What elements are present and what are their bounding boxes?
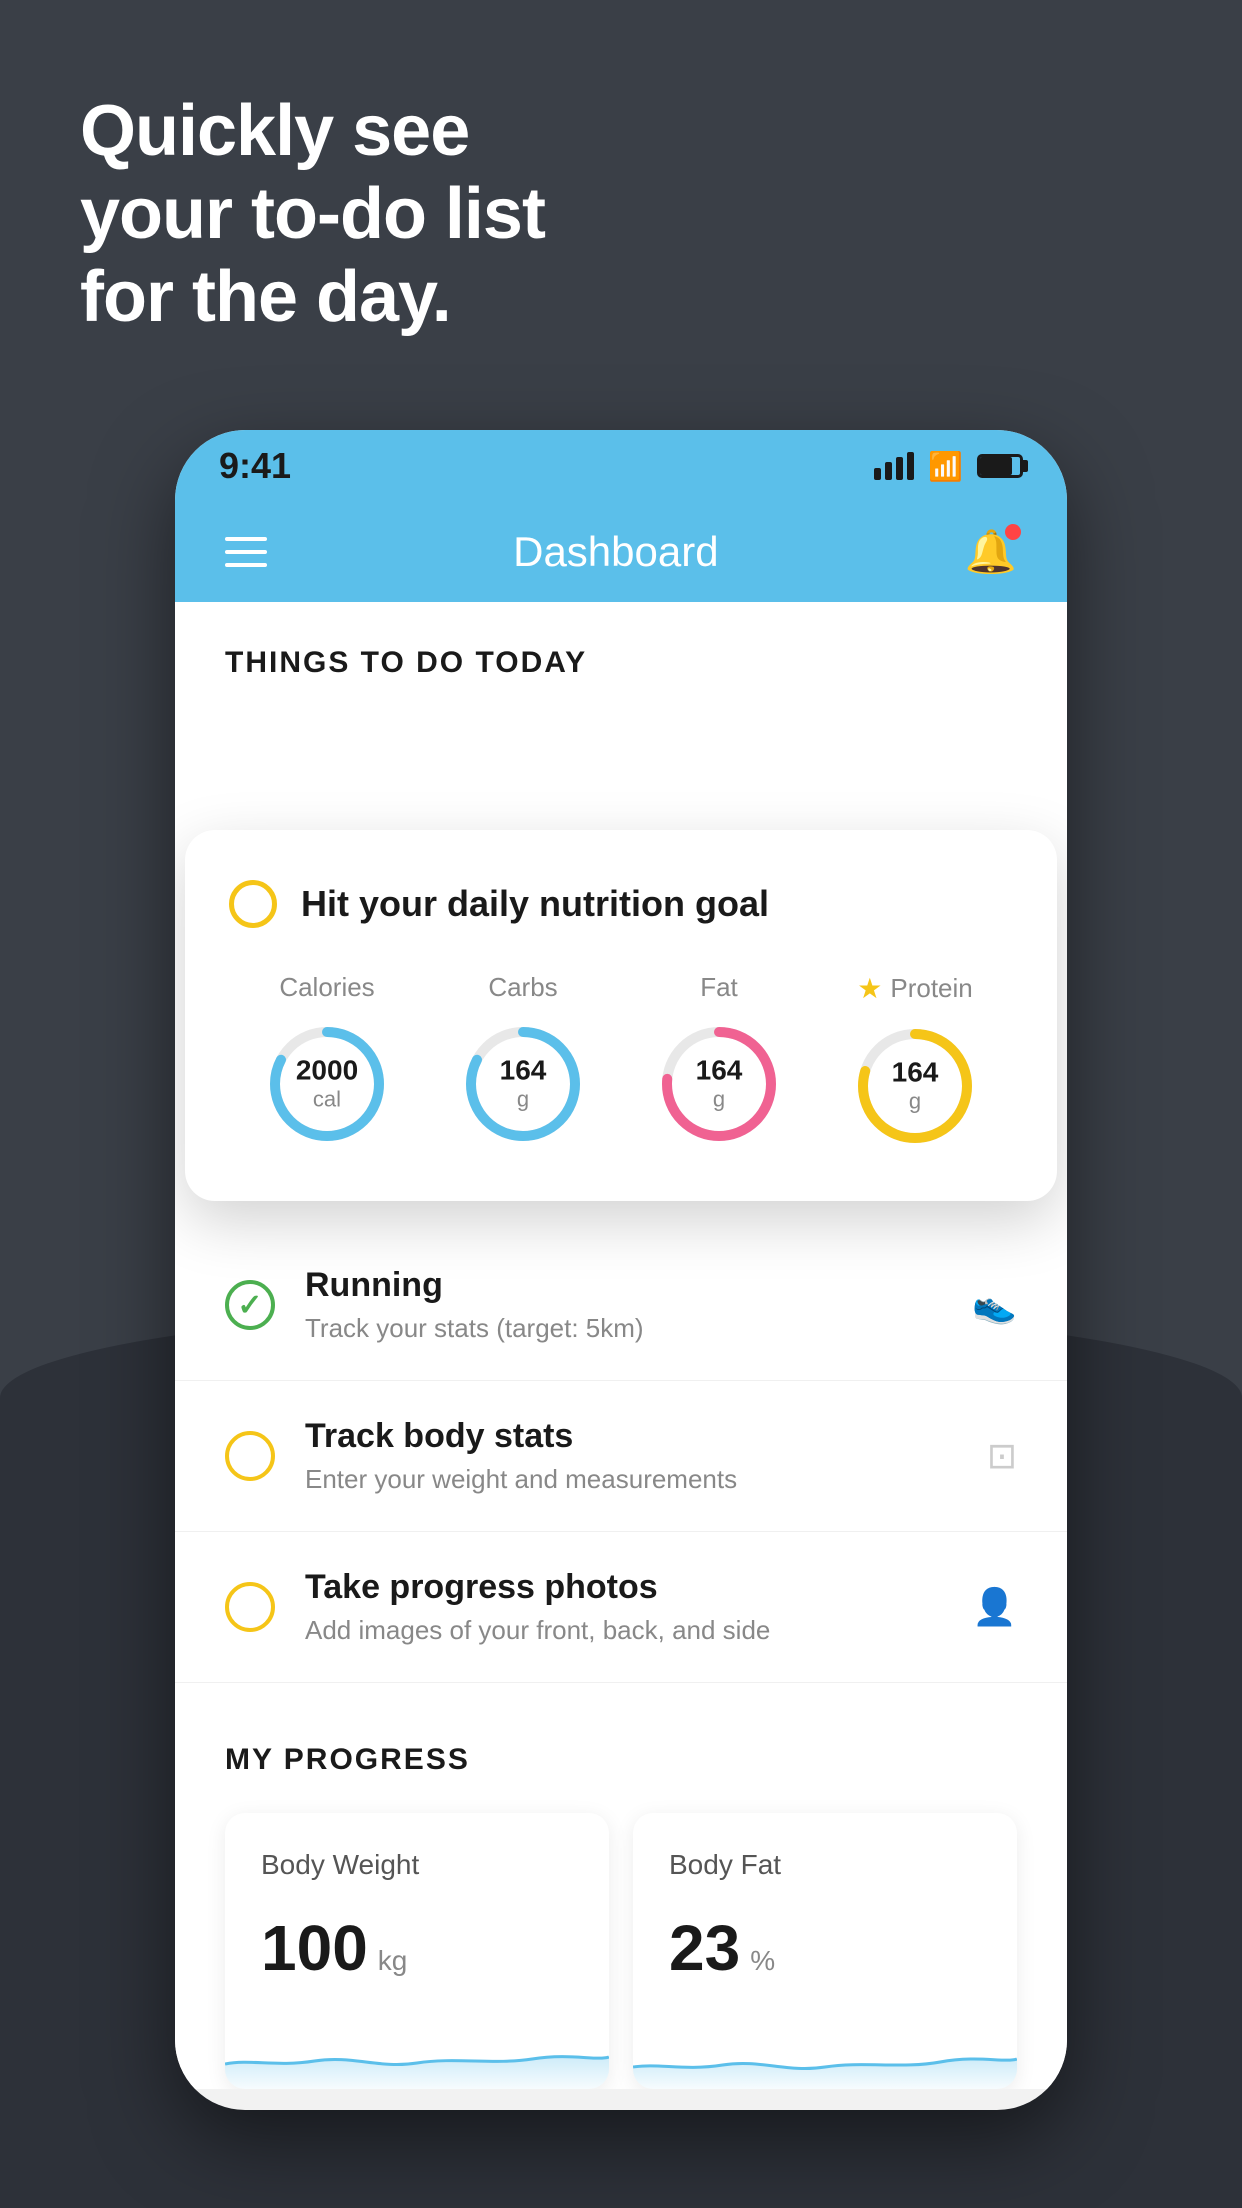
- macro-fat: Fat 164 g: [654, 972, 784, 1149]
- macro-calories-label: Calories: [279, 972, 374, 1003]
- calories-value: 2000 cal: [296, 1056, 358, 1113]
- headline: Quickly see your to-do list for the day.: [80, 90, 545, 338]
- star-icon: ★: [857, 972, 882, 1005]
- signal-bar-2: [885, 462, 892, 480]
- fat-circle: 164 g: [654, 1019, 784, 1149]
- phone-frame: 9:41 📶 Dashboard 🔔 TH: [175, 430, 1067, 2110]
- progress-section-title: MY PROGRESS: [225, 1743, 1017, 1777]
- body-fat-unit: %: [750, 1945, 775, 1977]
- progress-section: MY PROGRESS Body Weight 100 kg: [175, 1683, 1067, 2089]
- signal-bar-3: [896, 457, 903, 480]
- body-fat-value: 23: [669, 1911, 740, 1985]
- carbs-circle: 164 g: [458, 1019, 588, 1149]
- hamburger-menu-button[interactable]: [225, 537, 267, 567]
- body-weight-value-row: 100 kg: [261, 1911, 573, 1985]
- macro-carbs-label: Carbs: [488, 972, 557, 1003]
- signal-bars-icon: [874, 452, 914, 480]
- protein-value: 164 g: [892, 1058, 939, 1115]
- person-icon: 👤: [972, 1586, 1017, 1628]
- macro-fat-label: Fat: [700, 972, 738, 1003]
- body-weight-card[interactable]: Body Weight 100 kg: [225, 1813, 609, 2089]
- headline-line3: for the day.: [80, 256, 545, 339]
- todo-list: ✓ Running Track your stats (target: 5km)…: [175, 1230, 1067, 1683]
- body-weight-value: 100: [261, 1911, 368, 1985]
- body-stats-subtitle: Enter your weight and measurements: [305, 1464, 957, 1495]
- calories-circle: 2000 cal: [262, 1019, 392, 1149]
- headline-line2: your to-do list: [80, 173, 545, 256]
- body-weight-unit: kg: [378, 1945, 408, 1977]
- body-fat-chart: [633, 2009, 1017, 2089]
- body-fat-card-title: Body Fat: [669, 1849, 981, 1881]
- body-weight-card-title: Body Weight: [261, 1849, 573, 1881]
- scale-icon: ⊡: [987, 1435, 1017, 1477]
- signal-bar-1: [874, 468, 881, 480]
- body-stats-title: Track body stats: [305, 1417, 957, 1456]
- running-text-group: Running Track your stats (target: 5km): [305, 1266, 942, 1344]
- body-weight-chart: [225, 2009, 609, 2089]
- shoe-icon: 👟: [972, 1284, 1017, 1326]
- running-title: Running: [305, 1266, 942, 1305]
- macro-carbs: Carbs 164 g: [458, 972, 588, 1149]
- header-title: Dashboard: [513, 528, 718, 576]
- running-subtitle: Track your stats (target: 5km): [305, 1313, 942, 1344]
- app-header: Dashboard 🔔: [175, 502, 1067, 602]
- todo-item-body-stats[interactable]: Track body stats Enter your weight and m…: [175, 1381, 1067, 1532]
- running-status-circle: ✓: [225, 1280, 275, 1330]
- wifi-icon: 📶: [928, 450, 963, 483]
- nutrition-card: Hit your daily nutrition goal Calories: [185, 830, 1057, 1201]
- photos-title: Take progress photos: [305, 1568, 942, 1607]
- nutrition-card-header: Hit your daily nutrition goal: [229, 880, 1013, 928]
- notification-dot: [1005, 524, 1021, 540]
- carbs-value: 164 g: [500, 1056, 547, 1113]
- body-stats-text-group: Track body stats Enter your weight and m…: [305, 1417, 957, 1495]
- hamburger-line-3: [225, 563, 267, 567]
- nutrition-card-title: Hit your daily nutrition goal: [301, 883, 769, 925]
- nutrition-status-circle: [229, 880, 277, 928]
- notification-bell-button[interactable]: 🔔: [965, 528, 1017, 577]
- status-icons: 📶: [874, 450, 1023, 483]
- body-fat-value-row: 23 %: [669, 1911, 981, 1985]
- macros-row: Calories 2000 cal: [229, 972, 1013, 1151]
- headline-line1: Quickly see: [80, 90, 545, 173]
- progress-cards: Body Weight 100 kg: [225, 1813, 1017, 2089]
- phone-content: THINGS TO DO TODAY Hit your daily nutrit…: [175, 602, 1067, 2089]
- photos-text-group: Take progress photos Add images of your …: [305, 1568, 942, 1646]
- protein-circle: 164 g: [850, 1021, 980, 1151]
- todo-item-photos[interactable]: Take progress photos Add images of your …: [175, 1532, 1067, 1683]
- macro-protein-label: ★ Protein: [857, 972, 973, 1005]
- body-stats-status-circle: [225, 1431, 275, 1481]
- status-bar: 9:41 📶: [175, 430, 1067, 502]
- hamburger-line-2: [225, 550, 267, 554]
- battery-fill: [980, 457, 1012, 475]
- running-check-icon: ✓: [237, 1288, 262, 1323]
- things-section-title: THINGS TO DO TODAY: [175, 602, 1067, 700]
- body-fat-card[interactable]: Body Fat 23 %: [633, 1813, 1017, 2089]
- signal-bar-4: [907, 452, 914, 480]
- todo-item-running[interactable]: ✓ Running Track your stats (target: 5km)…: [175, 1230, 1067, 1381]
- macro-calories: Calories 2000 cal: [262, 972, 392, 1149]
- macro-protein: ★ Protein 164 g: [850, 972, 980, 1151]
- photos-status-circle: [225, 1582, 275, 1632]
- fat-value: 164 g: [696, 1056, 743, 1113]
- status-time: 9:41: [219, 445, 291, 487]
- photos-subtitle: Add images of your front, back, and side: [305, 1615, 942, 1646]
- hamburger-line-1: [225, 537, 267, 541]
- battery-icon: [977, 454, 1023, 478]
